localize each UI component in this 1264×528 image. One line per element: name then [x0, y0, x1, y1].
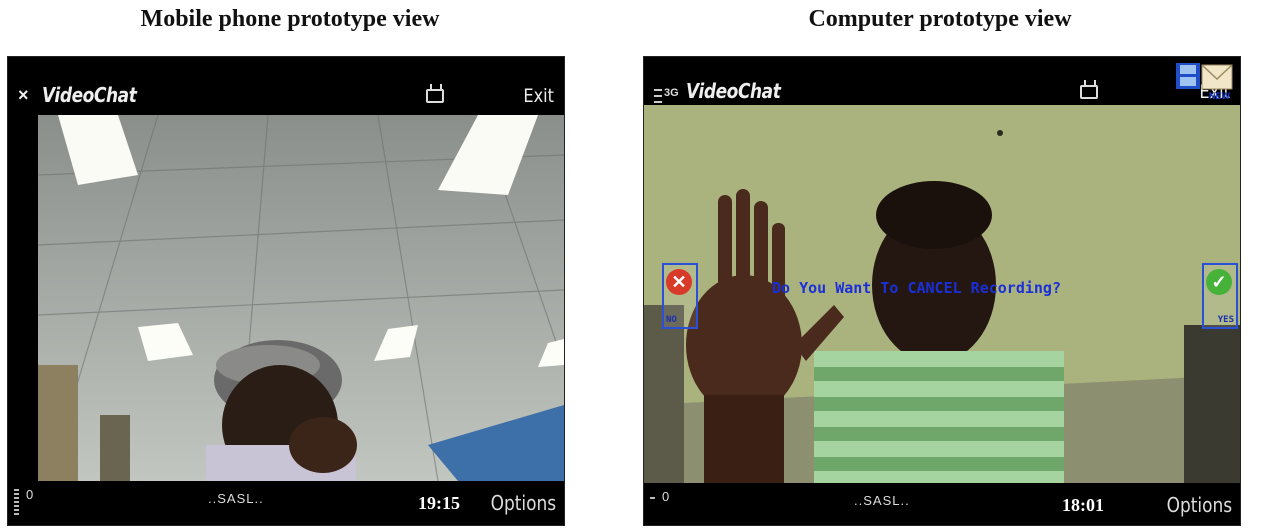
clock: 18:01 — [1062, 495, 1104, 515]
exit-button[interactable]: Exit — [523, 85, 554, 107]
new-message-indicator[interactable]: NEW — [1174, 61, 1234, 101]
video-feed — [38, 115, 564, 481]
computer-screen: 3G VideoChat Exit NEW ✕ NO Do You Want T… — [643, 56, 1241, 526]
options-button[interactable]: Options — [1166, 493, 1232, 517]
mobile-phone-screen: × VideoChat Exit 0 ..SASL.. 19:15 Option… — [7, 56, 565, 526]
new-label: NEW — [1209, 91, 1230, 101]
network-type: 3G — [664, 87, 679, 99]
clock: 19:15 — [418, 493, 460, 513]
soft-key-bar: 0 ..SASL.. 19:15 Options — [8, 481, 564, 525]
app-title: VideoChat — [686, 79, 781, 103]
soft-key-bar: 0 ..SASL.. 18:01 Options — [644, 483, 1240, 525]
options-button[interactable]: Options — [490, 491, 556, 515]
title-bar: × VideoChat Exit — [8, 57, 564, 115]
yes-button[interactable]: ✓ YES — [1202, 263, 1238, 329]
no-button[interactable]: ✕ NO — [662, 263, 698, 329]
close-icon[interactable]: × — [18, 85, 29, 106]
operator-name: ..SASL.. — [208, 491, 264, 506]
cancel-recording-prompt: Do You Want To CANCEL Recording? — [772, 279, 1061, 297]
film-mail-icon — [1176, 63, 1233, 90]
yes-label: YES — [1217, 315, 1234, 325]
app-title: VideoChat — [42, 83, 137, 107]
cancel-icon: ✕ — [666, 269, 692, 295]
signal-value: 0 — [26, 487, 34, 502]
caption-computer: Computer prototype view — [808, 6, 1072, 32]
operator-name: ..SASL.. — [854, 493, 910, 508]
tv-icon — [1080, 85, 1098, 99]
no-label: NO — [666, 315, 677, 325]
check-icon: ✓ — [1206, 269, 1232, 295]
tv-icon — [426, 89, 444, 103]
signal-strength-icon — [14, 489, 19, 515]
menu-icon[interactable] — [654, 89, 662, 103]
camera-image — [38, 115, 564, 481]
signal-strength-icon — [650, 497, 655, 501]
signal-value: 0 — [662, 489, 670, 504]
caption-mobile: Mobile phone prototype view — [140, 6, 440, 32]
